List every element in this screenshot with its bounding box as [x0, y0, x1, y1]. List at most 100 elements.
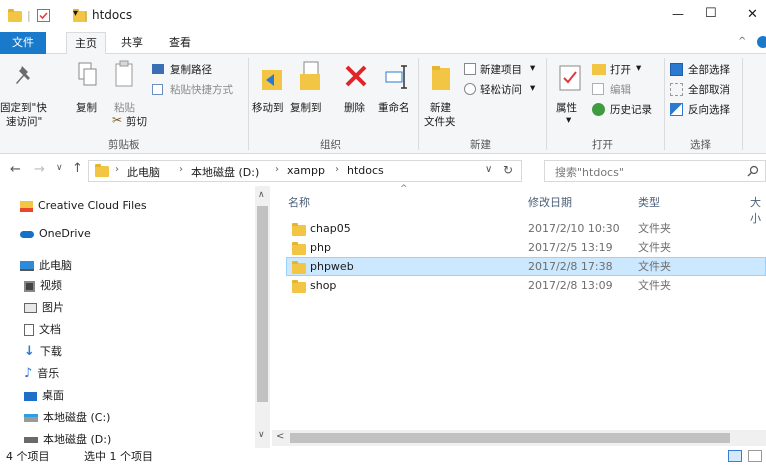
paste-button[interactable]: 粘贴 — [108, 58, 142, 118]
scroll-up-icon[interactable]: ∧ — [258, 190, 265, 200]
edit-icon — [592, 83, 604, 95]
tab-share[interactable]: 共享 — [112, 32, 152, 54]
windows-drive-icon — [24, 414, 38, 422]
scroll-down-icon[interactable]: ∨ — [258, 430, 265, 440]
tab-view[interactable]: 查看 — [160, 32, 200, 54]
recent-locations-icon[interactable]: ∨ — [56, 163, 63, 173]
pin-to-quick-access-button[interactable]: 固定到"快 速访问" — [0, 58, 50, 132]
file-row[interactable]: chap05 2017/2/10 10:30 文件夹 — [286, 219, 766, 238]
quick-access-dropdown-icon[interactable]: ▾ — [73, 8, 78, 19]
nav-label: 视频 — [40, 279, 62, 292]
copy-path-icon — [152, 64, 164, 74]
folder-icon — [95, 164, 109, 177]
ribbon-collapse-icon[interactable]: ^ — [738, 36, 746, 47]
delete-button[interactable]: 删除 — [338, 58, 374, 118]
history-label: 历史记录 — [610, 104, 652, 116]
select-none-label: 全部取消 — [688, 84, 730, 96]
horizontal-scrollbar[interactable]: < — [272, 430, 766, 446]
file-name: shop — [310, 279, 337, 292]
move-to-button[interactable]: 移动到 — [252, 58, 288, 118]
easy-access-icon — [464, 83, 476, 95]
nav-item-creative-cloud[interactable]: Creative Cloud Files — [20, 196, 147, 216]
file-row[interactable]: shop 2017/2/8 13:09 文件夹 — [286, 276, 766, 295]
select-group-label: 选择 — [690, 139, 711, 151]
properties-button[interactable]: 属性 ▾ — [552, 58, 588, 128]
invert-selection-icon — [670, 103, 683, 116]
minimize-button[interactable]: — — [672, 7, 684, 21]
breadcrumb-htdocs[interactable]: htdocs — [347, 164, 384, 177]
nav-item-music[interactable]: ♪ 音乐 — [24, 364, 59, 384]
nav-label: 本地磁盘 (C:) — [43, 411, 111, 424]
file-row[interactable]: php 2017/2/5 13:19 文件夹 — [286, 238, 766, 257]
file-type: 文件夹 — [638, 260, 671, 273]
nav-item-videos[interactable]: 视频 — [24, 276, 62, 296]
navigation-scrollbar[interactable]: ∧ ∨ — [255, 186, 270, 448]
copy-to-button[interactable]: 复制到 — [290, 58, 326, 118]
divider — [664, 58, 665, 150]
file-date: 2017/2/5 13:19 — [528, 241, 613, 254]
paste-icon — [115, 60, 133, 87]
copy-button[interactable]: 复制 — [70, 58, 104, 118]
nav-item-downloads[interactable]: ↓ 下载 — [24, 342, 62, 362]
folder-icon — [292, 242, 306, 255]
nav-item-pictures[interactable]: 图片 — [24, 298, 64, 318]
new-item-label: 新建项目 — [480, 64, 522, 76]
sort-indicator-icon: ^ — [400, 184, 408, 194]
select-none-icon — [670, 83, 683, 96]
maximize-button[interactable]: ☐ — [705, 6, 717, 21]
move-to-icon — [262, 70, 282, 90]
new-folder-icon — [432, 66, 450, 90]
nav-item-drive-d[interactable]: 本地磁盘 (D:) — [24, 430, 111, 450]
address-dropdown-icon[interactable]: ∨ — [485, 164, 492, 175]
nav-item-drive-c[interactable]: 本地磁盘 (C:) — [24, 408, 110, 428]
nav-item-desktop[interactable]: 桌面 — [24, 386, 64, 406]
breadcrumb-this-pc[interactable]: 此电脑 — [127, 164, 160, 180]
nav-item-this-pc[interactable]: 此电脑 — [20, 256, 72, 276]
properties-quick-icon[interactable] — [37, 9, 50, 22]
nav-item-onedrive[interactable]: OneDrive — [20, 224, 91, 244]
help-icon[interactable] — [757, 36, 766, 48]
up-button[interactable]: ↑ — [72, 161, 83, 176]
column-header-date[interactable]: 修改日期 — [528, 194, 572, 210]
nav-item-documents[interactable]: 文档 — [24, 320, 61, 340]
column-header-name[interactable]: 名称 — [288, 194, 310, 210]
window-title: htdocs — [92, 8, 133, 22]
rename-icon — [385, 65, 407, 89]
large-icons-view-icon[interactable] — [748, 450, 762, 462]
search-input[interactable]: 搜索"htdocs" — [544, 160, 766, 182]
clipboard-group-label: 剪贴板 — [108, 139, 140, 151]
select-all-label: 全部选择 — [688, 64, 730, 76]
breadcrumb-xampp[interactable]: xampp — [287, 164, 325, 177]
close-button[interactable]: ✕ — [747, 7, 758, 22]
copy-to-icon — [300, 61, 320, 90]
breadcrumb-chevron-icon: › — [115, 164, 119, 175]
rename-button[interactable]: 重命名 — [376, 58, 416, 118]
forward-button[interactable]: → — [34, 162, 45, 177]
new-group-label: 新建 — [470, 139, 491, 151]
open-folder-icon — [592, 64, 606, 75]
tab-file[interactable]: 文件 — [0, 32, 46, 54]
title-bar: | ▾ | htdocs — ☐ ✕ — [0, 0, 766, 32]
horizontal-scrollbar-thumb[interactable] — [290, 433, 730, 443]
address-field[interactable]: › 此电脑 › 本地磁盘 (D:) › xampp › htdocs ∨ ↻ — [88, 160, 522, 182]
search-icon[interactable] — [747, 165, 759, 177]
nav-label: 下载 — [39, 345, 62, 358]
scrollbar-thumb[interactable] — [257, 206, 268, 402]
breadcrumb-drive-d[interactable]: 本地磁盘 (D:) — [191, 164, 259, 180]
column-header-type[interactable]: 类型 — [638, 194, 660, 210]
tab-home[interactable]: 主页 — [66, 32, 106, 55]
scroll-left-icon[interactable]: < — [276, 431, 284, 442]
open-dropdown-icon: ▾ — [636, 62, 642, 74]
desktop-icon — [24, 391, 37, 401]
details-view-icon[interactable] — [728, 450, 742, 462]
nav-label: 此电脑 — [39, 259, 72, 272]
file-row-selected[interactable]: phpweb 2017/2/8 17:38 文件夹 — [286, 257, 766, 276]
nav-label: 文档 — [39, 323, 61, 336]
paste-shortcut-label: 粘贴快捷方式 — [170, 84, 233, 96]
separator: | — [27, 9, 31, 22]
video-icon — [24, 280, 35, 292]
back-button[interactable]: ← — [10, 162, 21, 177]
new-folder-button[interactable]: 新建 文件夹 — [422, 58, 462, 128]
refresh-icon[interactable]: ↻ — [503, 163, 513, 177]
file-name: php — [310, 241, 331, 254]
